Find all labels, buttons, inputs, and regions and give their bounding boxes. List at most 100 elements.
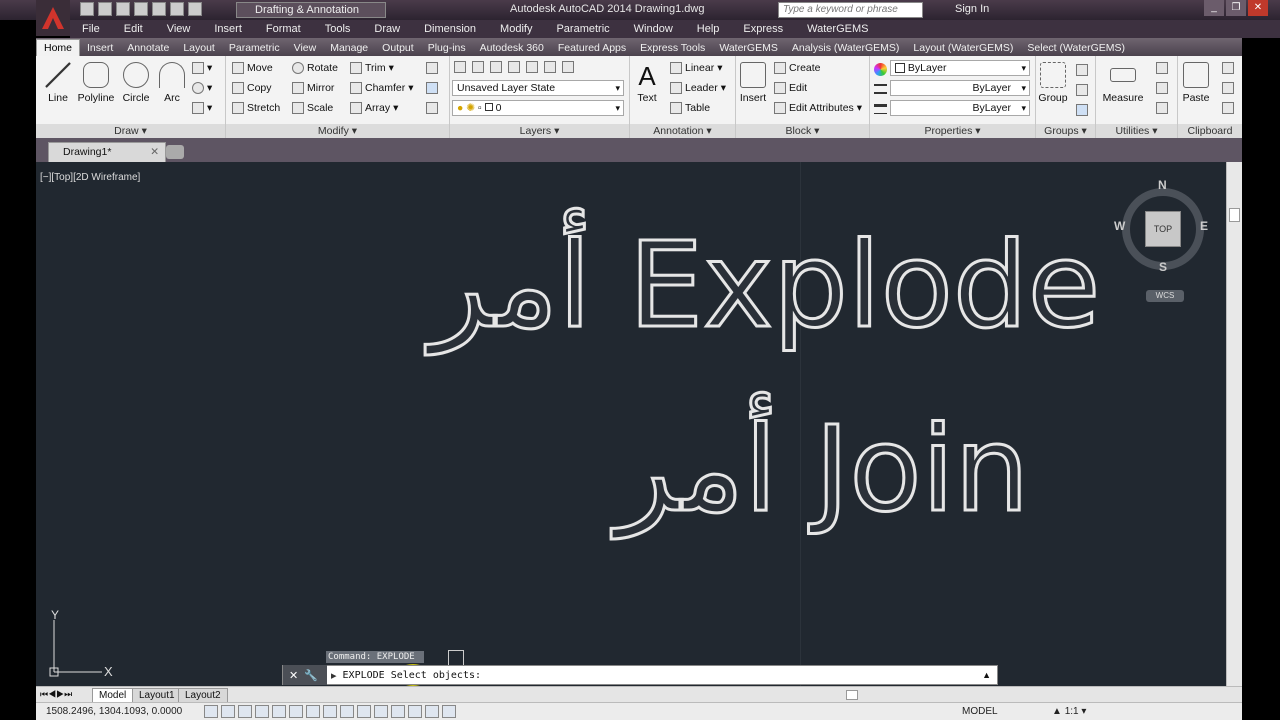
layer-freeze-icon[interactable]	[526, 61, 538, 73]
paste-tool[interactable]: Paste	[1178, 60, 1214, 104]
menu-modify[interactable]: Modify	[488, 23, 544, 35]
save-icon[interactable]	[116, 2, 130, 16]
layer-state-icon[interactable]	[472, 61, 484, 73]
layer-properties-icon[interactable]	[454, 61, 466, 73]
ribbon-tab-plug-ins[interactable]: Plug-ins	[421, 40, 473, 56]
cut-icon[interactable]	[1222, 62, 1234, 74]
ribbon-tab-home[interactable]: Home	[36, 39, 81, 56]
coordinates-readout[interactable]: 1508.2496, 1304.1093, 0.0000	[46, 706, 182, 717]
modify-panel-title[interactable]: Modify ▾	[226, 124, 449, 138]
command-line[interactable]: ✕ 🔧 ▸ EXPLODE Select objects: ▲	[282, 665, 998, 685]
move-tool[interactable]: Move	[232, 62, 273, 74]
menu-draw[interactable]: Draw	[362, 23, 412, 35]
group-edit-icon[interactable]	[1076, 84, 1088, 96]
circle-tool[interactable]: Circle	[116, 60, 156, 104]
save-as-icon[interactable]	[134, 2, 148, 16]
ribbon-tab-autodesk-360[interactable]: Autodesk 360	[473, 40, 551, 56]
linear-dimension-tool[interactable]: Linear ▾	[670, 62, 722, 74]
ribbon-tab-layout[interactable]: Layout	[176, 40, 222, 56]
ribbon-tab-view[interactable]: View	[287, 40, 324, 56]
groups-panel-title[interactable]: Groups ▾	[1036, 124, 1095, 138]
ribbon-tab-annotate[interactable]: Annotate	[120, 40, 176, 56]
viewcube-top-face[interactable]: TOP	[1145, 211, 1181, 247]
measure-tool[interactable]: Measure	[1098, 60, 1148, 104]
compass-east[interactable]: E	[1200, 219, 1208, 233]
table-tool[interactable]: Table	[670, 102, 710, 114]
erase-tool[interactable]	[426, 62, 438, 74]
tab-layout2[interactable]: Layout2	[178, 688, 228, 703]
open-icon[interactable]	[98, 2, 112, 16]
selection-cycling-icon[interactable]	[425, 705, 439, 718]
array-tool[interactable]: Array ▾	[350, 102, 398, 114]
ellipse-tool[interactable]: ▾	[192, 82, 212, 94]
close-command-icon[interactable]: ✕	[289, 669, 298, 682]
group-tool[interactable]: Group	[1036, 60, 1070, 104]
explode-tool[interactable]	[426, 82, 438, 94]
properties-panel-title[interactable]: Properties ▾	[870, 124, 1035, 138]
layer-lock-icon[interactable]	[544, 61, 556, 73]
new-tab-button[interactable]	[166, 145, 184, 159]
menu-view[interactable]: View	[155, 23, 203, 35]
vertical-scroll-thumb[interactable]	[1229, 208, 1240, 222]
select-all-icon[interactable]	[1156, 82, 1168, 94]
offset-tool[interactable]	[426, 102, 438, 114]
snap-mode-icon[interactable]	[221, 705, 235, 718]
ribbon-tab-analysis-watergems-[interactable]: Analysis (WaterGEMS)	[785, 40, 907, 56]
quick-select-icon[interactable]	[1156, 62, 1168, 74]
transparency-icon[interactable]	[391, 705, 405, 718]
redo-icon[interactable]	[188, 2, 202, 16]
polar-tracking-icon[interactable]	[272, 705, 286, 718]
menu-express[interactable]: Express	[731, 23, 795, 35]
copy-clip-icon[interactable]	[1222, 82, 1234, 94]
leader-tool[interactable]: Leader ▾	[670, 82, 726, 94]
menu-edit[interactable]: Edit	[112, 23, 155, 35]
sign-in-button[interactable]: Sign In	[955, 3, 989, 15]
ribbon-tab-featured-apps[interactable]: Featured Apps	[551, 40, 633, 56]
menu-window[interactable]: Window	[622, 23, 685, 35]
layers-panel-title[interactable]: Layers ▾	[450, 124, 629, 138]
insert-block-tool[interactable]: Insert	[736, 60, 770, 104]
menu-file[interactable]: File	[70, 23, 112, 35]
command-history-arrow-icon[interactable]: ▲	[982, 670, 991, 680]
menu-insert[interactable]: Insert	[202, 23, 254, 35]
menu-parametric[interactable]: Parametric	[544, 23, 621, 35]
wcs-menu[interactable]: WCS	[1146, 290, 1184, 302]
menu-watergems[interactable]: WaterGEMS	[795, 23, 880, 35]
3d-object-snap-icon[interactable]	[306, 705, 320, 718]
annotation-scale[interactable]: ▲ 1:1 ▾	[1052, 706, 1086, 717]
match-properties-icon[interactable]	[874, 63, 887, 76]
edit-attributes-tool[interactable]: Edit Attributes ▾	[774, 102, 862, 114]
lineweight-dropdown[interactable]: ByLayer	[890, 100, 1030, 116]
lineweight-toggle-icon[interactable]	[374, 705, 388, 718]
drawing-canvas[interactable]: [−][Top][2D Wireframe] أمر Explode أمر J…	[36, 162, 1226, 686]
ortho-mode-icon[interactable]	[255, 705, 269, 718]
horizontal-scroll-thumb[interactable]	[846, 690, 858, 700]
command-line-handle[interactable]: ✕ 🔧	[283, 665, 327, 685]
chamfer-tool[interactable]: Chamfer ▾	[350, 82, 414, 94]
canvas-text-join[interactable]: أمر Join	[614, 399, 1030, 540]
calculator-icon[interactable]	[1156, 102, 1168, 114]
grid-display-icon[interactable]	[238, 705, 252, 718]
workspace-dropdown[interactable]: Drafting & Annotation	[236, 2, 386, 18]
stretch-tool[interactable]: Stretch	[232, 102, 280, 114]
ribbon-tab-manage[interactable]: Manage	[323, 40, 375, 56]
ribbon-tab-output[interactable]: Output	[375, 40, 421, 56]
ungroup-icon[interactable]	[1076, 64, 1088, 76]
viewport-controls[interactable]: [−][Top][2D Wireframe]	[40, 172, 140, 183]
ribbon-tab-insert[interactable]: Insert	[80, 40, 120, 56]
ribbon-tab-express-tools[interactable]: Express Tools	[633, 40, 712, 56]
dynamic-input-icon[interactable]	[357, 705, 371, 718]
menu-help[interactable]: Help	[685, 23, 732, 35]
rectangle-tool[interactable]: ▾	[192, 62, 212, 74]
restore-icon[interactable]: ❐	[1226, 0, 1246, 16]
close-tab-icon[interactable]: ✕	[150, 143, 159, 161]
vertical-scrollbar[interactable]	[1226, 162, 1242, 686]
ribbon-tab-layout-watergems-[interactable]: Layout (WaterGEMS)	[906, 40, 1020, 56]
mirror-tool[interactable]: Mirror	[292, 82, 334, 94]
document-tab-drawing1[interactable]: Drawing1* ✕	[48, 142, 166, 162]
quick-properties-icon[interactable]	[408, 705, 422, 718]
compass-north[interactable]: N	[1158, 178, 1167, 192]
object-snap-icon[interactable]	[289, 705, 303, 718]
model-space-button[interactable]: MODEL	[962, 706, 998, 717]
menu-dimension[interactable]: Dimension	[412, 23, 488, 35]
